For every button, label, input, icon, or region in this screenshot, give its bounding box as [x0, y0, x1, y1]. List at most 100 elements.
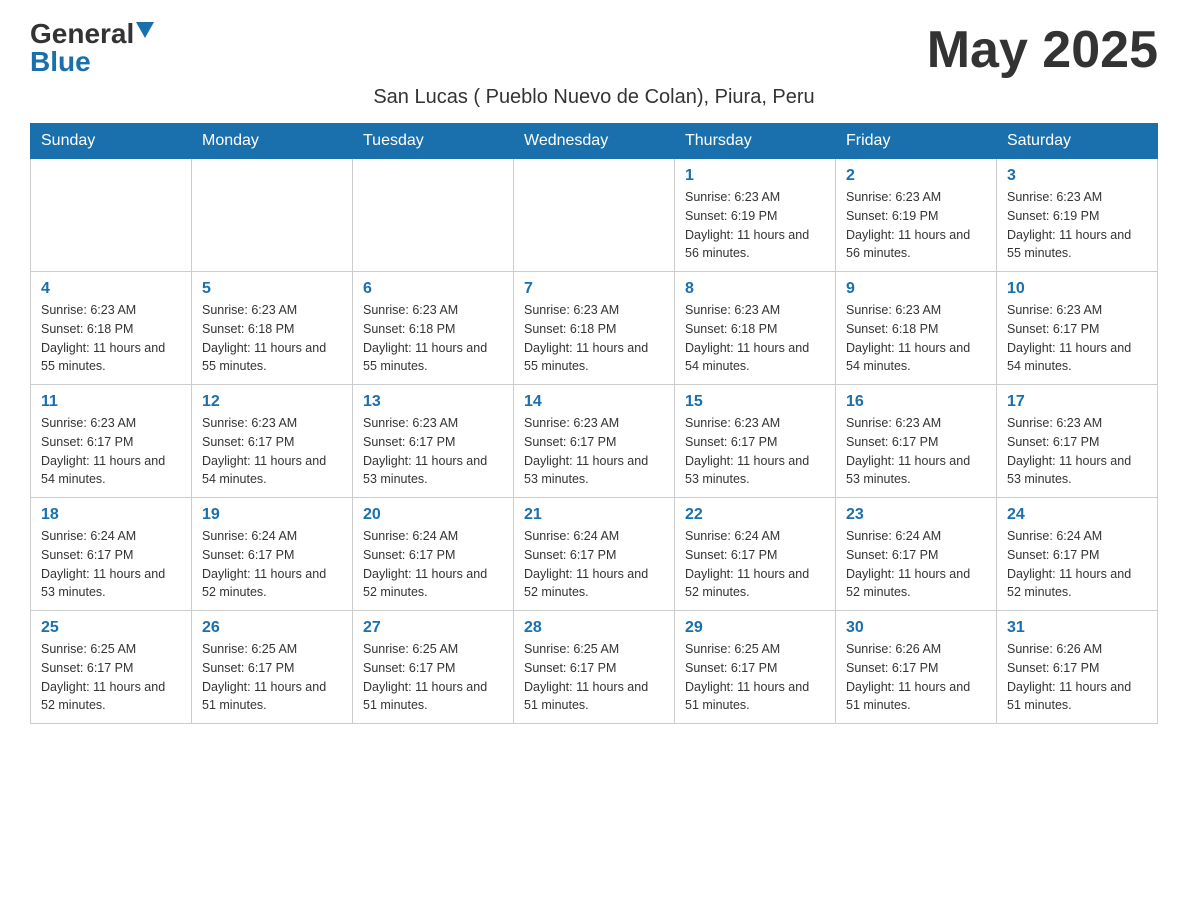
calendar-cell: 14Sunrise: 6:23 AM Sunset: 6:17 PM Dayli…	[514, 385, 675, 498]
day-info: Sunrise: 6:25 AM Sunset: 6:17 PM Dayligh…	[202, 640, 342, 715]
weekday-header-friday: Friday	[836, 124, 997, 159]
day-info: Sunrise: 6:23 AM Sunset: 6:17 PM Dayligh…	[1007, 301, 1147, 376]
day-number: 11	[41, 393, 181, 411]
weekday-header-wednesday: Wednesday	[514, 124, 675, 159]
calendar-table: SundayMondayTuesdayWednesdayThursdayFrid…	[30, 123, 1158, 724]
calendar-cell: 8 Sunrise: 6:23 AM Sunset: 6:18 PM Daylig…	[675, 272, 836, 385]
day-number: 18	[41, 506, 181, 524]
calendar-week-row: 4 Sunrise: 6:23 AM Sunset: 6:18 PM Daylig…	[31, 272, 1158, 385]
calendar-cell: 18 Sunrise: 6:24 AM Sunset: 6:17 PM Dayli…	[31, 498, 192, 611]
weekday-header-thursday: Thursday	[675, 124, 836, 159]
calendar-cell: 5 Sunrise: 6:23 AM Sunset: 6:18 PM Daylig…	[192, 272, 353, 385]
day-number: 3	[1007, 167, 1147, 185]
calendar-cell: 19 Sunrise: 6:24 AM Sunset: 6:17 PM Dayli…	[192, 498, 353, 611]
calendar-cell: 15 Sunrise: 6:23 AM Sunset: 6:17 PM Dayli…	[675, 385, 836, 498]
weekday-header-tuesday: Tuesday	[353, 124, 514, 159]
day-info: Sunrise: 6:24 AM Sunset: 6:17 PM Dayligh…	[363, 527, 503, 602]
calendar-cell: 1 Sunrise: 6:23 AM Sunset: 6:19 PM Daylig…	[675, 159, 836, 272]
day-info: Sunrise: 6:25 AM Sunset: 6:17 PM Dayligh…	[363, 640, 503, 715]
calendar-week-row: 11 Sunrise: 6:23 AM Sunset: 6:17 PM Dayli…	[31, 385, 1158, 498]
day-number: 2	[846, 167, 986, 185]
day-number: 20	[363, 506, 503, 524]
day-number: 17	[1007, 393, 1147, 411]
calendar-week-row: 1 Sunrise: 6:23 AM Sunset: 6:19 PM Daylig…	[31, 159, 1158, 272]
day-info: Sunrise: 6:23 AM Sunset: 6:17 PM Dayligh…	[202, 414, 342, 489]
logo-general-text: General	[30, 20, 134, 48]
calendar-cell	[31, 159, 192, 272]
day-info: Sunrise: 6:23 AM Sunset: 6:19 PM Dayligh…	[846, 188, 986, 263]
day-info: Sunrise: 6:23 AM Sunset: 6:18 PM Dayligh…	[202, 301, 342, 376]
day-number: 4	[41, 280, 181, 298]
calendar-cell: 9 Sunrise: 6:23 AM Sunset: 6:18 PM Daylig…	[836, 272, 997, 385]
day-info: Sunrise: 6:25 AM Sunset: 6:17 PM Dayligh…	[685, 640, 825, 715]
calendar-week-row: 18 Sunrise: 6:24 AM Sunset: 6:17 PM Dayli…	[31, 498, 1158, 611]
day-number: 16	[846, 393, 986, 411]
day-number: 21	[524, 506, 664, 524]
day-info: Sunrise: 6:24 AM Sunset: 6:17 PM Dayligh…	[846, 527, 986, 602]
day-info: Sunrise: 6:23 AM Sunset: 6:19 PM Dayligh…	[685, 188, 825, 263]
day-number: 6	[363, 280, 503, 298]
calendar-cell: 2 Sunrise: 6:23 AM Sunset: 6:19 PM Daylig…	[836, 159, 997, 272]
calendar-header-row: SundayMondayTuesdayWednesdayThursdayFrid…	[31, 124, 1158, 159]
logo: General Blue	[30, 20, 154, 76]
day-number: 26	[202, 619, 342, 637]
day-number: 1	[685, 167, 825, 185]
day-info: Sunrise: 6:23 AM Sunset: 6:17 PM Dayligh…	[1007, 414, 1147, 489]
day-info: Sunrise: 6:25 AM Sunset: 6:17 PM Dayligh…	[524, 640, 664, 715]
page-header: General Blue May 2025	[30, 20, 1158, 80]
calendar-cell: 26 Sunrise: 6:25 AM Sunset: 6:17 PM Dayli…	[192, 611, 353, 724]
day-number: 8	[685, 280, 825, 298]
day-number: 19	[202, 506, 342, 524]
day-number: 13	[363, 393, 503, 411]
calendar-cell: 10 Sunrise: 6:23 AM Sunset: 6:17 PM Dayli…	[997, 272, 1158, 385]
calendar-cell: 30 Sunrise: 6:26 AM Sunset: 6:17 PM Dayli…	[836, 611, 997, 724]
day-info: Sunrise: 6:23 AM Sunset: 6:18 PM Dayligh…	[846, 301, 986, 376]
calendar-cell: 17 Sunrise: 6:23 AM Sunset: 6:17 PM Dayli…	[997, 385, 1158, 498]
day-number: 9	[846, 280, 986, 298]
calendar-cell: 4 Sunrise: 6:23 AM Sunset: 6:18 PM Daylig…	[31, 272, 192, 385]
calendar-cell: 29Sunrise: 6:25 AM Sunset: 6:17 PM Dayli…	[675, 611, 836, 724]
day-info: Sunrise: 6:23 AM Sunset: 6:17 PM Dayligh…	[363, 414, 503, 489]
day-info: Sunrise: 6:26 AM Sunset: 6:17 PM Dayligh…	[1007, 640, 1147, 715]
calendar-cell: 22Sunrise: 6:24 AM Sunset: 6:17 PM Dayli…	[675, 498, 836, 611]
day-number: 30	[846, 619, 986, 637]
day-info: Sunrise: 6:24 AM Sunset: 6:17 PM Dayligh…	[524, 527, 664, 602]
calendar-cell: 13 Sunrise: 6:23 AM Sunset: 6:17 PM Dayli…	[353, 385, 514, 498]
day-number: 5	[202, 280, 342, 298]
day-info: Sunrise: 6:23 AM Sunset: 6:17 PM Dayligh…	[41, 414, 181, 489]
calendar-cell	[192, 159, 353, 272]
day-info: Sunrise: 6:24 AM Sunset: 6:17 PM Dayligh…	[41, 527, 181, 602]
day-number: 31	[1007, 619, 1147, 637]
day-number: 14	[524, 393, 664, 411]
month-year-title: May 2025	[927, 20, 1158, 80]
weekday-header-sunday: Sunday	[31, 124, 192, 159]
day-info: Sunrise: 6:23 AM Sunset: 6:18 PM Dayligh…	[524, 301, 664, 376]
calendar-cell: 11 Sunrise: 6:23 AM Sunset: 6:17 PM Dayli…	[31, 385, 192, 498]
day-number: 27	[363, 619, 503, 637]
calendar-cell: 24Sunrise: 6:24 AM Sunset: 6:17 PM Dayli…	[997, 498, 1158, 611]
day-number: 28	[524, 619, 664, 637]
calendar-cell	[353, 159, 514, 272]
day-number: 25	[41, 619, 181, 637]
day-info: Sunrise: 6:24 AM Sunset: 6:17 PM Dayligh…	[202, 527, 342, 602]
day-info: Sunrise: 6:23 AM Sunset: 6:18 PM Dayligh…	[363, 301, 503, 376]
calendar-week-row: 25 Sunrise: 6:25 AM Sunset: 6:17 PM Dayli…	[31, 611, 1158, 724]
calendar-cell: 20 Sunrise: 6:24 AM Sunset: 6:17 PM Dayli…	[353, 498, 514, 611]
day-number: 22	[685, 506, 825, 524]
calendar-cell: 12Sunrise: 6:23 AM Sunset: 6:17 PM Dayli…	[192, 385, 353, 498]
calendar-cell: 27 Sunrise: 6:25 AM Sunset: 6:17 PM Dayli…	[353, 611, 514, 724]
logo-triangle-icon	[136, 22, 154, 38]
calendar-cell: 23Sunrise: 6:24 AM Sunset: 6:17 PM Dayli…	[836, 498, 997, 611]
calendar-cell: 7Sunrise: 6:23 AM Sunset: 6:18 PM Daylig…	[514, 272, 675, 385]
day-number: 10	[1007, 280, 1147, 298]
day-info: Sunrise: 6:25 AM Sunset: 6:17 PM Dayligh…	[41, 640, 181, 715]
day-info: Sunrise: 6:23 AM Sunset: 6:17 PM Dayligh…	[846, 414, 986, 489]
day-info: Sunrise: 6:26 AM Sunset: 6:17 PM Dayligh…	[846, 640, 986, 715]
day-number: 15	[685, 393, 825, 411]
location-subtitle: San Lucas ( Pueblo Nuevo de Colan), Piur…	[30, 86, 1158, 109]
calendar-cell: 3Sunrise: 6:23 AM Sunset: 6:19 PM Daylig…	[997, 159, 1158, 272]
day-info: Sunrise: 6:23 AM Sunset: 6:17 PM Dayligh…	[685, 414, 825, 489]
day-info: Sunrise: 6:23 AM Sunset: 6:18 PM Dayligh…	[41, 301, 181, 376]
calendar-cell: 21 Sunrise: 6:24 AM Sunset: 6:17 PM Dayli…	[514, 498, 675, 611]
day-info: Sunrise: 6:23 AM Sunset: 6:18 PM Dayligh…	[685, 301, 825, 376]
